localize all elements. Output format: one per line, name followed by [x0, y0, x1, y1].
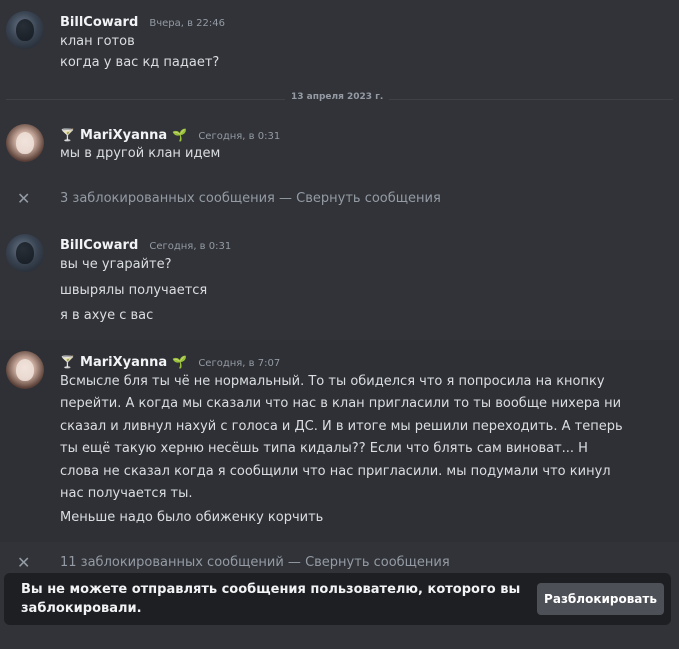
avatar[interactable] — [6, 234, 44, 272]
message-text: клан готов — [60, 34, 135, 49]
message-text: я в ахуе с вас — [60, 308, 154, 323]
avatar[interactable] — [6, 11, 44, 49]
separator: — — [279, 191, 293, 206]
message-header: BillCoward Сегодня, в 0:31 — [60, 234, 231, 253]
timestamp: Вчера, в 22:46 — [149, 18, 225, 29]
message-group: 🍸 MariXyanna 🌱 Сегодня, в 0:31 мы в друг… — [0, 112, 679, 172]
close-icon[interactable]: ✕ — [17, 553, 30, 572]
username[interactable]: MariXyanna — [80, 355, 167, 370]
message-group: 🍸 MariXyanna 🌱 Сегодня, в 7:07 Всмысле б… — [0, 340, 679, 542]
blocked-user-notice: Вы не можете отправлять сообщения пользо… — [21, 582, 521, 616]
unblock-button[interactable]: Разблокировать — [537, 583, 664, 615]
username[interactable]: BillCoward — [60, 238, 138, 253]
cocktail-emoji-icon: 🍸 — [60, 355, 75, 369]
blocked-count: 11 заблокированных сообщений — [60, 555, 284, 570]
sprout-emoji-icon: 🌱 — [172, 355, 188, 369]
blocked-count: 3 заблокированных сообщения — [60, 191, 275, 206]
timestamp: Сегодня, в 0:31 — [149, 241, 232, 252]
cocktail-emoji-icon: 🍸 — [60, 128, 75, 142]
blocked-messages-notice: ✕ 3 заблокированных сообщения — Свернуть… — [0, 186, 679, 212]
message-header: 🍸 MariXyanna 🌱 Сегодня, в 7:07 — [60, 351, 280, 370]
collapse-messages-link[interactable]: Свернуть сообщения — [305, 555, 450, 570]
timestamp: Сегодня, в 0:31 — [198, 131, 281, 142]
username[interactable]: MariXyanna — [80, 128, 167, 143]
close-icon[interactable]: ✕ — [17, 189, 30, 208]
collapse-messages-link[interactable]: Свернуть сообщения — [296, 191, 441, 206]
timestamp: Сегодня, в 7:07 — [198, 358, 281, 369]
date-divider-label: 13 апреля 2023 г. — [285, 92, 390, 102]
avatar[interactable] — [6, 351, 44, 389]
message-text: когда у вас кд падает? — [60, 55, 220, 70]
message-text: мы в другой клан идем — [60, 146, 221, 161]
message-header: 🍸 MariXyanna 🌱 Сегодня, в 0:31 — [60, 124, 280, 143]
sprout-emoji-icon: 🌱 — [172, 128, 188, 142]
message-text: Меньше надо было обиженку корчить — [60, 510, 324, 525]
username[interactable]: BillCoward — [60, 15, 138, 30]
message-text: вы че угарайте? — [60, 257, 172, 272]
message-group: BillCoward Вчера, в 22:46 клан готов ког… — [0, 0, 679, 80]
message-header: BillCoward Вчера, в 22:46 — [60, 11, 225, 30]
blocked-user-bar: Вы не можете отправлять сообщения пользо… — [4, 573, 671, 625]
message-text: Всмысле бля ты чё не нормальный. То ты о… — [60, 374, 623, 502]
separator: — — [287, 555, 301, 570]
avatar[interactable] — [6, 124, 44, 162]
message-group: BillCoward Сегодня, в 0:31 вы че угарайт… — [0, 222, 679, 332]
message-text: швырялы получается — [60, 283, 208, 298]
